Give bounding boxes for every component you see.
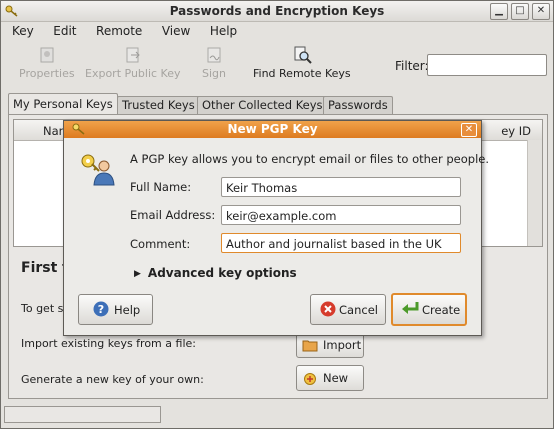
find-remote-keys-button[interactable]: Find Remote Keys — [253, 45, 351, 80]
advanced-label: Advanced key options — [147, 266, 297, 280]
email-label: Email Address: — [130, 208, 216, 222]
filter-input[interactable] — [427, 54, 547, 76]
import-folder-icon — [302, 340, 318, 352]
window-title: Passwords and Encryption Keys — [169, 4, 385, 18]
tab-trusted-keys[interactable]: Trusted Keys — [117, 96, 200, 115]
menu-help[interactable]: Help — [200, 22, 243, 38]
sign-label: Sign — [202, 67, 226, 80]
menu-bar: Key Edit Remote View Help — [1, 22, 553, 41]
cancel-icon — [320, 301, 336, 317]
help-label: Help — [114, 303, 141, 317]
create-label: Create — [422, 303, 461, 317]
menu-edit[interactable]: Edit — [43, 22, 82, 38]
help-icon: ? — [93, 301, 109, 317]
tab-passwords[interactable]: Passwords — [323, 96, 393, 115]
toolbar: Properties Export Public Key Sign Find R… — [1, 42, 553, 88]
title-bar: Passwords and Encryption Keys ▁ □ ✕ — [1, 1, 553, 22]
comment-label: Comment: — [130, 237, 191, 251]
properties-button[interactable]: Properties — [19, 45, 75, 80]
tab-other-collected-keys[interactable]: Other Collected Keys — [197, 96, 328, 115]
menu-view[interactable]: View — [152, 22, 196, 38]
minimize-button[interactable]: ▁ — [490, 3, 508, 20]
svg-text:?: ? — [98, 303, 104, 316]
export-public-key-button[interactable]: Export Public Key — [85, 45, 181, 80]
properties-icon — [40, 47, 54, 63]
export-label: Export Public Key — [85, 67, 181, 80]
new-pgp-key-dialog: New PGP Key ✕ A PGP key allows you to en… — [63, 120, 489, 336]
new-key-icon — [304, 373, 316, 385]
first-time-heading: First t — [21, 260, 69, 276]
comment-field[interactable]: Author and journalist based in the UK — [221, 233, 461, 253]
generate-text: Generate a new key of your own: — [21, 373, 204, 386]
advanced-key-options-expander[interactable]: ▶ Advanced key options — [134, 266, 297, 280]
tab-my-personal-keys[interactable]: My Personal Keys — [8, 93, 118, 115]
new-label: New — [323, 371, 349, 385]
column-key-id[interactable]: ey ID — [501, 124, 531, 138]
status-bar — [4, 406, 161, 423]
create-button[interactable]: Create — [391, 293, 467, 326]
expander-arrow-icon: ▶ — [134, 269, 141, 279]
new-key-button[interactable]: New — [296, 365, 364, 391]
cancel-label: Cancel — [339, 303, 378, 317]
export-icon — [126, 47, 140, 63]
keys-person-icon — [81, 154, 115, 186]
full-name-field[interactable]: Keir Thomas — [221, 177, 461, 197]
email-field[interactable]: keir@example.com — [221, 205, 461, 225]
dialog-intro-text: A PGP key allows you to encrypt email or… — [130, 152, 490, 166]
list-scrollbar[interactable] — [527, 140, 542, 246]
menu-key[interactable]: Key — [1, 22, 40, 38]
import-text: Import existing keys from a file: — [21, 337, 196, 350]
dialog-title-bar: New PGP Key ✕ — [64, 121, 481, 138]
maximize-button[interactable]: □ — [511, 3, 529, 20]
full-name-label: Full Name: — [130, 180, 192, 194]
get-started-text: To get st — [21, 302, 68, 315]
find-remote-keys-icon — [294, 46, 312, 64]
cancel-button[interactable]: Cancel — [310, 294, 386, 325]
dialog-title: New PGP Key — [227, 122, 318, 136]
filter-label: Filter: — [395, 59, 429, 73]
sign-button[interactable]: Sign — [202, 45, 226, 80]
find-remote-keys-label: Find Remote Keys — [253, 67, 351, 80]
dialog-close-button[interactable]: ✕ — [461, 123, 477, 137]
close-window-button[interactable]: ✕ — [532, 3, 550, 20]
menu-remote[interactable]: Remote — [86, 22, 148, 38]
import-label: Import — [323, 338, 362, 352]
create-enter-icon — [402, 302, 419, 314]
properties-label: Properties — [19, 67, 75, 80]
sign-icon — [207, 47, 221, 63]
help-button[interactable]: ? Help — [78, 294, 153, 325]
